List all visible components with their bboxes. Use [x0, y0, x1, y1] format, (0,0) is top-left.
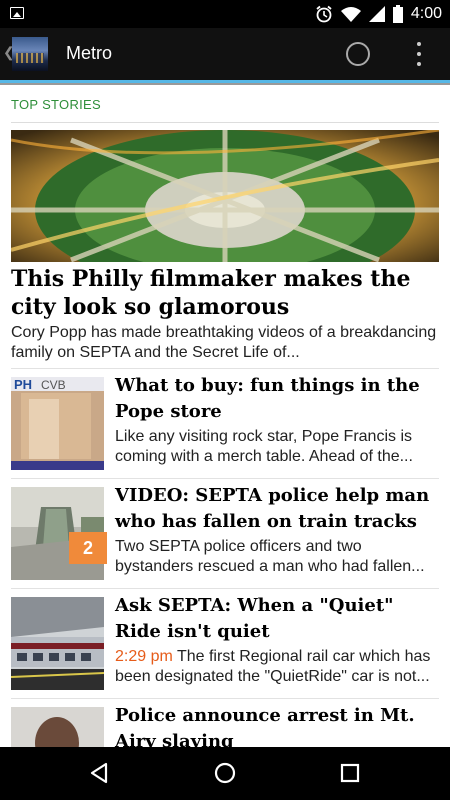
- hero-summary[interactable]: Cory Popp has made breathtaking videos o…: [11, 323, 439, 363]
- navigation-bar: [0, 747, 450, 800]
- story-thumbnail[interactable]: PH CVB: [11, 377, 104, 470]
- home-circle-icon[interactable]: [211, 759, 239, 787]
- comment-count-badge: 2: [69, 532, 107, 564]
- section-divider: [11, 122, 439, 123]
- story-timestamp: 2:29 pm: [115, 648, 173, 665]
- battery-icon: [392, 5, 403, 23]
- story-thumbnail[interactable]: [11, 597, 104, 690]
- wifi-icon: [340, 7, 361, 22]
- status-bar: 4:00: [0, 0, 450, 28]
- hero-headline[interactable]: This Philly filmmaker makes the city loo…: [11, 265, 439, 321]
- section-title[interactable]: Metro: [66, 43, 112, 64]
- story-item[interactable]: 2 VIDEO: SEPTA police help man who has f…: [11, 479, 439, 589]
- story-thumbnail[interactable]: [11, 707, 104, 747]
- back-triangle-icon[interactable]: [86, 759, 114, 787]
- story-item[interactable]: Police announce arrest in Mt. Airy slayi…: [11, 699, 439, 747]
- story-headline[interactable]: Police announce arrest in Mt. Airy slayi…: [115, 703, 439, 747]
- svg-text:CVB: CVB: [41, 378, 66, 392]
- hero-image[interactable]: [11, 130, 439, 262]
- alarm-icon: [316, 5, 332, 23]
- signal-icon: [368, 6, 385, 22]
- story-headline[interactable]: VIDEO: SEPTA police help man who has fal…: [115, 483, 439, 535]
- story-item[interactable]: Ask SEPTA: When a "Quiet" Ride isn't qui…: [11, 589, 439, 699]
- svg-text:PH: PH: [14, 377, 32, 392]
- action-bar: ❮ Metro: [0, 28, 450, 80]
- section-label: TOP STORIES: [11, 97, 101, 112]
- status-icons: 4:00: [315, 4, 442, 24]
- story-item[interactable]: PH CVB What to buy: fun things in the Po…: [11, 369, 439, 479]
- clock-time: 4:00: [410, 5, 442, 22]
- loading-spinner-icon: [346, 42, 370, 66]
- app-logo-thumbnail[interactable]: [12, 37, 48, 71]
- overflow-menu-icon[interactable]: [413, 42, 425, 66]
- story-summary[interactable]: Two SEPTA police officers and two bystan…: [115, 537, 439, 577]
- story-list[interactable]: TOP STORIES This Philly filmmaker makes …: [0, 85, 450, 747]
- story-headline[interactable]: Ask SEPTA: When a "Quiet" Ride isn't qui…: [115, 593, 439, 645]
- story-headline[interactable]: What to buy: fun things in the Pope stor…: [115, 373, 439, 425]
- recents-square-icon[interactable]: [336, 759, 364, 787]
- story-summary[interactable]: Like any visiting rock star, Pope Franci…: [115, 427, 439, 467]
- image-icon: [10, 7, 24, 19]
- story-summary[interactable]: 2:29 pm The first Regional rail car whic…: [115, 647, 439, 687]
